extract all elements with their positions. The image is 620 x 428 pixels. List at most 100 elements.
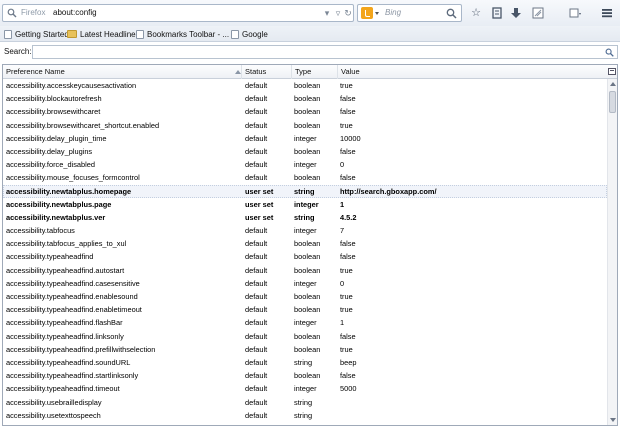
type-cell: string <box>294 397 313 407</box>
type-cell: string <box>294 357 313 367</box>
table-row[interactable]: accessibility.tabfocus_applies_to_xul def… <box>3 237 607 250</box>
status-cell: default <box>245 120 268 130</box>
bookmark-bookmarks-toolbar[interactable]: Bookmarks Toolbar - ... <box>136 28 229 40</box>
table-row[interactable]: accessibility.tabfocus default integer 7 <box>3 224 607 237</box>
reload-icon[interactable]: ↻ <box>342 7 354 19</box>
magnifier-icon[interactable] <box>446 8 457 19</box>
pref-name-cell: accessibility.newtabplus.page <box>6 199 112 209</box>
search-placeholder[interactable]: Bing <box>385 8 401 17</box>
value-cell: false <box>340 173 356 183</box>
table-row[interactable]: accessibility.newtabplus.ver user set stri… <box>3 211 607 224</box>
table-row[interactable]: accessibility.usebrailledisplay default st… <box>3 396 607 409</box>
table-row[interactable]: accessibility.usetexttospeech default stri… <box>3 409 607 422</box>
table-row[interactable]: accessibility.typeaheadfind.timeout defau… <box>3 382 607 395</box>
type-cell: boolean <box>294 265 321 275</box>
column-header-type[interactable]: Type <box>292 65 338 79</box>
pref-name-cell: accessibility.typeaheadfind.prefillwiths… <box>6 344 156 354</box>
table-row[interactable]: accessibility.typeaheadfind.enablesound d… <box>3 290 607 303</box>
table-row[interactable]: accessibility.typeaheadfind.soundURL defa… <box>3 356 607 369</box>
status-cell: default <box>245 318 268 328</box>
table-row[interactable]: accessibility.browsewithcaret default bool… <box>3 105 607 118</box>
bookmark-label: Google <box>242 29 268 39</box>
status-cell: default <box>245 107 268 117</box>
header-label: Preference Name <box>6 67 65 76</box>
bookmark-latest-headlines[interactable]: Latest Headlines <box>67 28 140 40</box>
table-row[interactable]: accessibility.mouse_focuses_formcontrol d… <box>3 171 607 184</box>
table-row[interactable]: accessibility.accesskeycausesactivation d… <box>3 79 607 92</box>
status-cell: default <box>245 160 268 170</box>
folder-icon <box>67 30 77 38</box>
bookmark-getting-started[interactable]: Getting Started <box>4 28 69 40</box>
table-row[interactable]: accessibility.delay_plugins default boolea… <box>3 145 607 158</box>
value-cell: false <box>340 107 356 117</box>
value-cell: 0 <box>340 278 345 288</box>
pref-name-cell: accessibility.force_disabled <box>6 160 96 170</box>
value-cell: false <box>340 94 356 104</box>
table-row[interactable]: accessibility.typeaheadfind.enabletimeou… <box>3 303 607 316</box>
identity-label[interactable]: Firefox <box>21 8 45 17</box>
table-row[interactable]: accessibility.blockautorefresh default boo… <box>3 92 607 105</box>
table-row[interactable]: accessibility.delay_plugin_time default in… <box>3 132 607 145</box>
type-cell: boolean <box>294 331 321 341</box>
bing-engine-icon[interactable] <box>361 7 373 19</box>
config-search-row: Search: <box>0 44 620 60</box>
bookmark-google[interactable]: Google <box>231 28 268 40</box>
type-cell: integer <box>294 278 317 288</box>
value-cell: 10000 <box>340 133 361 143</box>
type-cell: integer <box>294 384 317 394</box>
column-header-value[interactable]: Value <box>338 65 606 79</box>
value-cell: false <box>340 146 356 156</box>
table-row[interactable]: accessibility.typeaheadfind.startlinkson… <box>3 369 607 382</box>
downloads-icon[interactable] <box>509 6 523 20</box>
table-row[interactable]: accessibility.newtabplus.homepage user se… <box>3 184 607 198</box>
bookmarks-toolbar: Getting Started Latest Headlines Bookmar… <box>0 26 620 42</box>
value-cell: 1 <box>340 199 345 209</box>
url-bar[interactable]: Firefox about:config ▾ ▿ ↻ <box>2 4 354 22</box>
value-cell: true <box>340 120 353 130</box>
table-row[interactable]: accessibility.typeaheadfind.prefillwiths… <box>3 343 607 356</box>
table-row[interactable]: accessibility.force_disabled default integ… <box>3 158 607 171</box>
vertical-scrollbar[interactable] <box>607 79 617 425</box>
column-header-name[interactable]: Preference Name <box>3 65 242 79</box>
table-row[interactable]: accessibility.browsewithcaret_shortcut.e… <box>3 119 607 132</box>
table-row[interactable]: accessibility.newtabplus.page user set int… <box>3 198 607 211</box>
scrollbar-thumb[interactable] <box>609 91 616 113</box>
value-cell: true <box>340 305 353 315</box>
pref-name-cell: accessibility.typeaheadfind.flashBar <box>6 318 123 328</box>
pref-name-cell: accessibility.typeaheadfind.enabletimeou… <box>6 305 142 315</box>
pref-name-cell: accessibility.typeaheadfind.soundURL <box>6 357 131 367</box>
pref-name-cell: accessibility.blockautorefresh <box>6 94 102 104</box>
status-cell: user set <box>245 186 274 196</box>
pref-name-cell: accessibility.usebrailledisplay <box>6 397 102 407</box>
table-row[interactable]: accessibility.typeaheadfind.autostart def… <box>3 264 607 277</box>
engine-dropdown-icon[interactable] <box>375 12 379 15</box>
url-text[interactable]: about:config <box>53 8 97 17</box>
addon-icon[interactable] <box>531 6 545 20</box>
window-menu-icon[interactable] <box>568 6 582 20</box>
scroll-up-icon[interactable] <box>610 82 616 86</box>
value-cell: 0 <box>340 160 345 170</box>
status-cell: user set <box>245 212 274 222</box>
status-cell: default <box>245 133 268 143</box>
pref-name-cell: accessibility.accesskeycausesactivation <box>6 81 137 90</box>
table-row[interactable]: accessibility.typeaheadfind.flashBar defa… <box>3 316 607 329</box>
table-row[interactable]: accessibility.typeaheadfind.casesensitiv… <box>3 277 607 290</box>
pref-name-cell: accessibility.delay_plugins <box>6 146 93 156</box>
value-cell: true <box>340 81 353 90</box>
type-cell: boolean <box>294 292 321 301</box>
hamburger-menu-icon[interactable] <box>600 6 614 20</box>
column-picker-icon[interactable] <box>608 68 616 75</box>
value-cell: false <box>340 371 356 381</box>
scroll-down-icon[interactable] <box>610 418 616 422</box>
search-icon[interactable] <box>605 48 614 57</box>
table-body: accessibility.accesskeycausesactivation d… <box>3 79 607 425</box>
table-row[interactable]: accessibility.typeaheadfind default boolea… <box>3 250 607 263</box>
column-header-status[interactable]: Status <box>242 65 292 79</box>
config-search-input[interactable] <box>32 45 618 59</box>
bookmark-label: Getting Started <box>15 29 69 39</box>
search-bar[interactable]: Bing <box>357 4 462 22</box>
bookmark-star-icon[interactable]: ☆ <box>469 6 483 20</box>
table-row[interactable]: accessibility.typeaheadfind.linksonly def… <box>3 330 607 343</box>
bookmarks-menu-icon[interactable] <box>490 6 504 20</box>
type-cell: integer <box>294 133 317 143</box>
